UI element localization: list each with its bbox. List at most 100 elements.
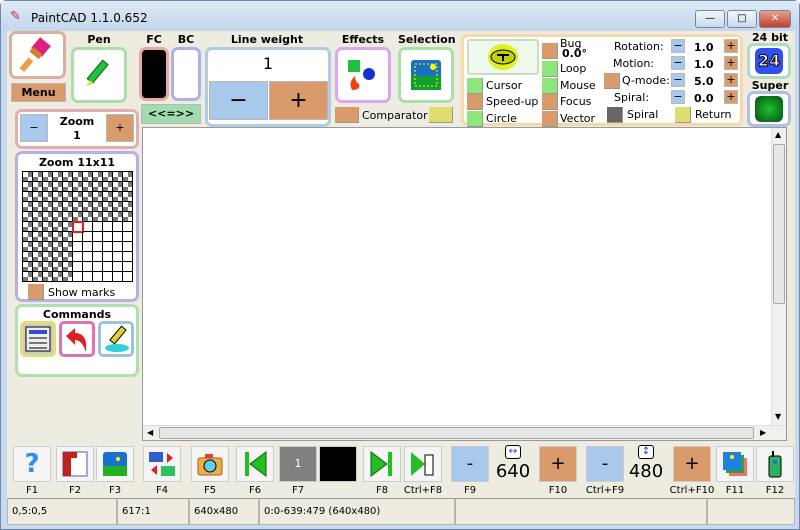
zoom-grid-cell[interactable] xyxy=(53,212,63,222)
zoom-plus-button[interactable]: + xyxy=(106,114,134,142)
zoom-grid-cell[interactable] xyxy=(93,172,103,182)
zoom-grid-cell[interactable] xyxy=(33,252,43,262)
maximize-button[interactable]: □ xyxy=(727,10,757,28)
swap-images-button[interactable] xyxy=(143,446,181,482)
zoom-grid-cell[interactable] xyxy=(73,182,83,192)
spiral-checkbox[interactable] xyxy=(607,107,623,123)
foreground-color-swatch[interactable] xyxy=(139,47,169,101)
zoom-grid-cell[interactable] xyxy=(113,272,123,282)
zoom-grid-cell[interactable] xyxy=(93,272,103,282)
phone-button[interactable] xyxy=(756,446,794,482)
zoom-grid-cell[interactable] xyxy=(123,172,133,182)
super-button[interactable] xyxy=(747,91,791,127)
zoom-grid-cell[interactable] xyxy=(53,222,63,232)
close-button[interactable]: ✕ xyxy=(759,10,791,28)
zoom-grid-cell[interactable] xyxy=(53,202,63,212)
zoom-grid[interactable] xyxy=(22,171,133,282)
zoom-grid-cell[interactable] xyxy=(123,212,133,222)
layers-button[interactable] xyxy=(716,446,754,482)
zoom-grid-cell[interactable] xyxy=(113,222,123,232)
zoom-grid-cell[interactable] xyxy=(23,262,33,272)
zoom-grid-cell[interactable] xyxy=(53,192,63,202)
zoom-grid-cell[interactable] xyxy=(23,252,33,262)
frame-color-button[interactable] xyxy=(319,446,357,482)
zoom-grid-cell[interactable] xyxy=(103,252,113,262)
circle-checkbox[interactable] xyxy=(467,111,483,127)
zoom-grid-cell[interactable] xyxy=(33,222,43,232)
zoom-grid-cell[interactable] xyxy=(103,272,113,282)
zoom-grid-cell[interactable] xyxy=(113,202,123,212)
zoom-grid-cell[interactable] xyxy=(23,212,33,222)
zoom-grid-cell[interactable] xyxy=(93,202,103,212)
spiral-minus-button[interactable]: − xyxy=(671,90,685,104)
mouse-checkbox[interactable] xyxy=(542,78,558,94)
zoom-grid-cell[interactable] xyxy=(23,272,33,282)
zoom-grid-cell[interactable] xyxy=(83,272,93,282)
pen-tool-button[interactable] xyxy=(71,47,127,103)
vertical-scrollbar[interactable]: ▲ ▼ xyxy=(771,128,786,426)
bug-checkbox[interactable] xyxy=(542,43,558,59)
zoom-grid-cell[interactable] xyxy=(63,242,73,252)
zoom-grid-cell[interactable] xyxy=(113,192,123,202)
zoom-grid-cell[interactable] xyxy=(103,192,113,202)
zoom-grid-cell[interactable] xyxy=(53,182,63,192)
zoom-grid-cell[interactable] xyxy=(93,242,103,252)
zoom-grid-cell[interactable] xyxy=(63,252,73,262)
zoom-grid-cell[interactable] xyxy=(53,242,63,252)
zoom-grid-cell[interactable] xyxy=(43,232,53,242)
last-frame-button[interactable] xyxy=(363,446,401,482)
cursor-eye-button[interactable] xyxy=(467,39,539,75)
zoom-grid-cell[interactable] xyxy=(93,262,103,272)
zoom-grid-cell[interactable] xyxy=(43,222,53,232)
zoom-grid-cell[interactable] xyxy=(103,262,113,272)
zoom-grid-cell[interactable] xyxy=(113,242,123,252)
camera-button[interactable] xyxy=(191,446,229,482)
width-plus-button[interactable]: + xyxy=(539,446,577,482)
calculator-command-button[interactable] xyxy=(20,321,56,357)
first-frame-button[interactable] xyxy=(236,446,274,482)
zoom-grid-cell[interactable] xyxy=(113,182,123,192)
zoom-grid-cell[interactable] xyxy=(113,212,123,222)
zoom-grid-cell[interactable] xyxy=(83,222,93,232)
zoom-grid-cell[interactable] xyxy=(63,232,73,242)
zoom-grid-cell[interactable] xyxy=(83,262,93,272)
zoom-grid-cell[interactable] xyxy=(23,222,33,232)
zoom-grid-cell[interactable] xyxy=(53,172,63,182)
zoom-grid-cell[interactable] xyxy=(123,262,133,272)
zoom-grid-cell[interactable] xyxy=(33,242,43,252)
zoom-grid-cell[interactable] xyxy=(103,242,113,252)
zoom-grid-cell[interactable] xyxy=(73,252,83,262)
zoom-grid-cell[interactable] xyxy=(43,212,53,222)
comparator-color-swatch[interactable] xyxy=(429,107,453,123)
zoom-grid-cell[interactable] xyxy=(73,202,83,212)
zoom-grid-cell[interactable] xyxy=(53,232,63,242)
zoom-grid-cell[interactable] xyxy=(103,202,113,212)
zoom-grid-cell[interactable] xyxy=(43,202,53,212)
zoom-grid-cell[interactable] xyxy=(123,272,133,282)
zoom-grid-cell[interactable] xyxy=(33,272,43,282)
zoom-grid-cell[interactable] xyxy=(63,272,73,282)
zoom-grid-cell[interactable] xyxy=(113,172,123,182)
zoom-grid-cell[interactable] xyxy=(23,242,33,252)
zoom-grid-cell[interactable] xyxy=(63,182,73,192)
zoom-grid-cell[interactable] xyxy=(103,222,113,232)
zoom-grid-cell[interactable] xyxy=(93,252,103,262)
vertical-scroll-thumb[interactable] xyxy=(773,144,785,304)
zoom-minus-button[interactable]: − xyxy=(20,114,48,142)
zoom-grid-cell[interactable] xyxy=(73,272,83,282)
zoom-grid-cell[interactable] xyxy=(83,182,93,192)
effects-button[interactable] xyxy=(335,47,391,103)
zoom-grid-cell[interactable] xyxy=(83,232,93,242)
image-button[interactable] xyxy=(96,446,134,482)
width-minus-button[interactable]: - xyxy=(451,446,489,482)
height-plus-button[interactable]: + xyxy=(673,446,711,482)
resize-button[interactable] xyxy=(56,446,94,482)
height-minus-button[interactable]: - xyxy=(586,446,624,482)
background-color-swatch[interactable] xyxy=(171,47,201,101)
zoom-grid-cell[interactable] xyxy=(103,232,113,242)
frame-number-button[interactable]: 1 xyxy=(279,446,317,482)
new-frame-button[interactable] xyxy=(404,446,442,482)
zoom-grid-cell[interactable] xyxy=(123,242,133,252)
zoom-grid-cell[interactable] xyxy=(43,252,53,262)
zoom-grid-cell[interactable] xyxy=(53,272,63,282)
